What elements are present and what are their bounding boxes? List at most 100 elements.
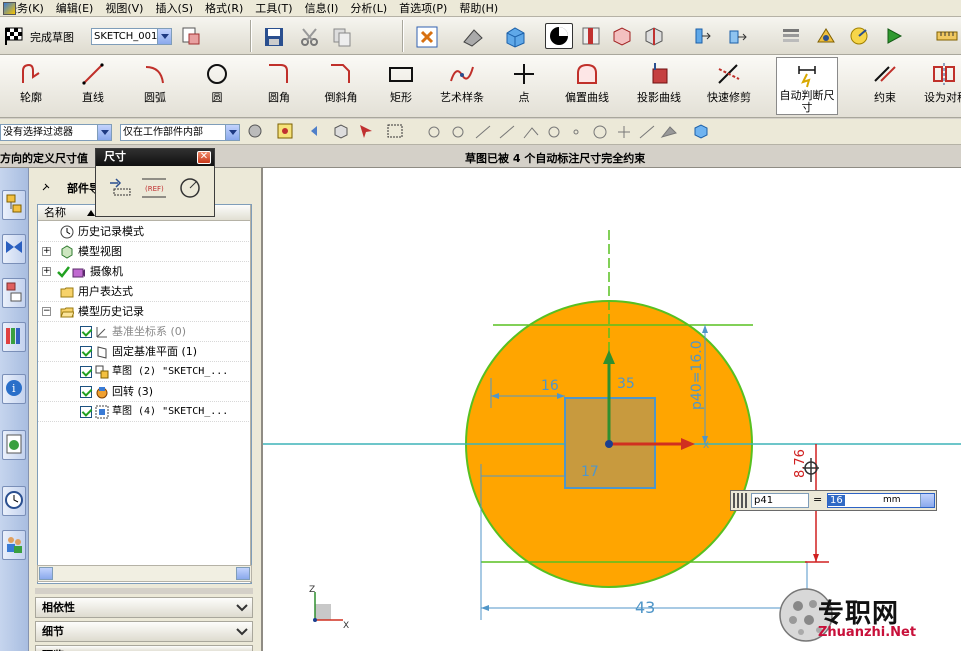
tree-row-revolve[interactable]: 回转 (3) bbox=[38, 382, 251, 402]
visibility-checkbox[interactable] bbox=[80, 346, 92, 358]
render-style-icon[interactable] bbox=[462, 26, 484, 48]
hide-section-icon[interactable] bbox=[580, 25, 602, 47]
checkered-flag-icon[interactable] bbox=[4, 26, 26, 46]
rect-select-icon[interactable] bbox=[386, 122, 404, 140]
scroll-left-icon[interactable] bbox=[39, 567, 53, 580]
dimension-value-field[interactable]: 16 mm bbox=[827, 493, 935, 508]
dimension-text-16[interactable]: 16 bbox=[541, 378, 559, 394]
tree-row-sketch-4[interactable]: 草图 (4) "SKETCH_... bbox=[38, 402, 251, 422]
panel-dependencies[interactable]: 相依性 bbox=[35, 597, 253, 618]
dimension-text-red[interactable]: 8.76 bbox=[793, 449, 808, 478]
fit-view-icon[interactable] bbox=[416, 26, 438, 48]
move-object-icon[interactable] bbox=[726, 25, 748, 47]
select-feature-icon[interactable] bbox=[332, 122, 350, 140]
dimension-text-43[interactable]: 43 bbox=[635, 598, 655, 617]
dimension-text-17[interactable]: 17 bbox=[581, 464, 599, 480]
tool-profile[interactable]: 轮廓 bbox=[8, 57, 54, 115]
chevron-down-icon[interactable] bbox=[97, 125, 111, 140]
finish-sketch-button[interactable]: 完成草图 bbox=[30, 29, 74, 45]
selection-filter-select[interactable]: 没有选择过滤器 bbox=[0, 124, 112, 141]
visibility-checkbox[interactable] bbox=[80, 326, 92, 338]
menu-preferences[interactable]: 首选项(P) bbox=[393, 1, 453, 16]
drag-grip-icon[interactable] bbox=[733, 493, 747, 508]
reattach-icon[interactable] bbox=[180, 25, 202, 47]
dimension-name-field[interactable]: p41 bbox=[751, 493, 809, 508]
shaded-cube-icon[interactable] bbox=[503, 25, 525, 48]
graphics-window[interactable]: 16 35 p40=16.0 17 43 8.76 X Z X bbox=[263, 168, 961, 651]
filter-settings-icon[interactable] bbox=[246, 122, 264, 140]
dimension-text-35[interactable]: 35 bbox=[617, 376, 635, 392]
dimension-text-p40[interactable]: p40=16.0 bbox=[689, 340, 705, 410]
tree-row-model-history[interactable]: − 模型历史记录 bbox=[38, 302, 251, 322]
menu-edit[interactable]: 编辑(E) bbox=[50, 1, 100, 16]
tool-line[interactable]: 直线 bbox=[70, 57, 116, 115]
sketch-name-select[interactable]: SKETCH_001 bbox=[91, 28, 172, 45]
tab-history[interactable] bbox=[2, 486, 26, 516]
visibility-checkbox[interactable] bbox=[80, 386, 92, 398]
tool-make-symmetric[interactable]: 设为对称 bbox=[918, 57, 961, 115]
tab-reuse-library[interactable] bbox=[2, 322, 26, 352]
collapse-icon[interactable]: − bbox=[42, 307, 51, 316]
tree-row-user-expressions[interactable]: 用户表达式 bbox=[38, 282, 251, 302]
sketch-canvas[interactable]: 16 35 p40=16.0 17 43 8.76 X Z X bbox=[263, 168, 961, 651]
visibility-checkbox[interactable] bbox=[80, 406, 92, 418]
tab-constraint-navigator[interactable] bbox=[2, 234, 26, 264]
close-icon[interactable]: ✕ bbox=[197, 151, 211, 164]
copy-icon[interactable] bbox=[331, 26, 353, 48]
expand-icon[interactable]: + bbox=[42, 267, 51, 276]
tree-row-fixed-datum-plane[interactable]: 固定基准平面 (1) bbox=[38, 342, 251, 362]
tool-inferred-dimension[interactable]: 自动判断尺寸 bbox=[776, 57, 838, 115]
tree-row-datum-csys[interactable]: 基准坐标系 (0) bbox=[38, 322, 251, 342]
datum-arrow-icon[interactable] bbox=[690, 25, 712, 47]
dialog-title[interactable]: 尺寸 ✕ bbox=[96, 149, 214, 166]
scroll-right-icon[interactable] bbox=[236, 567, 250, 580]
snap-point-icon[interactable] bbox=[276, 122, 294, 140]
chevron-down-icon[interactable] bbox=[157, 29, 171, 44]
tool-quick-trim[interactable]: 快速修剪 bbox=[700, 57, 758, 115]
menu-insert[interactable]: 插入(S) bbox=[149, 1, 199, 16]
show-hide-icon[interactable] bbox=[815, 25, 837, 47]
tab-history-palette[interactable] bbox=[2, 430, 26, 460]
tree-row-sketch-2[interactable]: 草图 (2) "SKETCH_... bbox=[38, 362, 251, 382]
tree-row-history-mode[interactable]: 历史记录模式 bbox=[38, 222, 251, 242]
tool-arc[interactable]: 圆弧 bbox=[132, 57, 178, 115]
undo-select-icon[interactable] bbox=[307, 122, 325, 140]
scope-filter-select[interactable]: 仅在工作部件内部 bbox=[120, 124, 240, 141]
tab-web-browser[interactable]: i bbox=[2, 374, 26, 404]
measure-icon[interactable] bbox=[936, 25, 958, 47]
reference-dimension-icon[interactable]: (REF) bbox=[140, 175, 168, 201]
chevron-down-icon[interactable] bbox=[920, 494, 934, 507]
tool-project-curve[interactable]: 投影曲线 bbox=[630, 57, 688, 115]
cut-icon[interactable] bbox=[299, 26, 321, 48]
splitter[interactable] bbox=[35, 588, 253, 594]
menu-format[interactable]: 格式(R) bbox=[199, 1, 249, 16]
clip-cube-icon[interactable] bbox=[643, 25, 665, 47]
panel-details[interactable]: 细节 bbox=[35, 621, 253, 642]
menu-tools[interactable]: 工具(T) bbox=[249, 1, 298, 16]
tool-fillet[interactable]: 圆角 bbox=[256, 57, 302, 115]
section-cube-icon[interactable] bbox=[611, 25, 633, 47]
tree-row-model-views[interactable]: + 模型视图 bbox=[38, 242, 251, 262]
tool-offset-curve[interactable]: 偏置曲线 bbox=[558, 57, 616, 115]
menu-view[interactable]: 视图(V) bbox=[99, 1, 149, 16]
select-geometry-icon[interactable] bbox=[357, 122, 375, 140]
tool-rectangle[interactable]: 矩形 bbox=[378, 57, 424, 115]
navigator-pin-icon[interactable] bbox=[41, 182, 51, 195]
menu-info[interactable]: 信息(I) bbox=[299, 1, 345, 16]
tab-roles[interactable] bbox=[2, 530, 26, 560]
tool-constraints[interactable]: 约束 bbox=[862, 57, 908, 115]
inferred-dimension-tool-icon[interactable] bbox=[106, 175, 134, 201]
tab-assembly-navigator[interactable] bbox=[2, 190, 26, 220]
play-icon[interactable] bbox=[883, 25, 905, 47]
menu-help[interactable]: 帮助(H) bbox=[453, 1, 504, 16]
tool-circle[interactable]: 圆 bbox=[194, 57, 240, 115]
tool-chamfer[interactable]: 倒斜角 bbox=[316, 57, 366, 115]
tab-part-navigator[interactable] bbox=[2, 278, 26, 308]
navigator-horizontal-scrollbar[interactable] bbox=[37, 565, 252, 582]
save-icon[interactable] bbox=[263, 26, 285, 48]
tool-studio-spline[interactable]: 艺术样条 bbox=[434, 57, 490, 115]
tree-row-cameras[interactable]: + 摄像机 bbox=[38, 262, 251, 282]
panel-preview[interactable]: 预览 bbox=[35, 645, 253, 651]
visibility-checkbox[interactable] bbox=[80, 366, 92, 378]
radial-dimension-icon[interactable] bbox=[176, 175, 204, 201]
